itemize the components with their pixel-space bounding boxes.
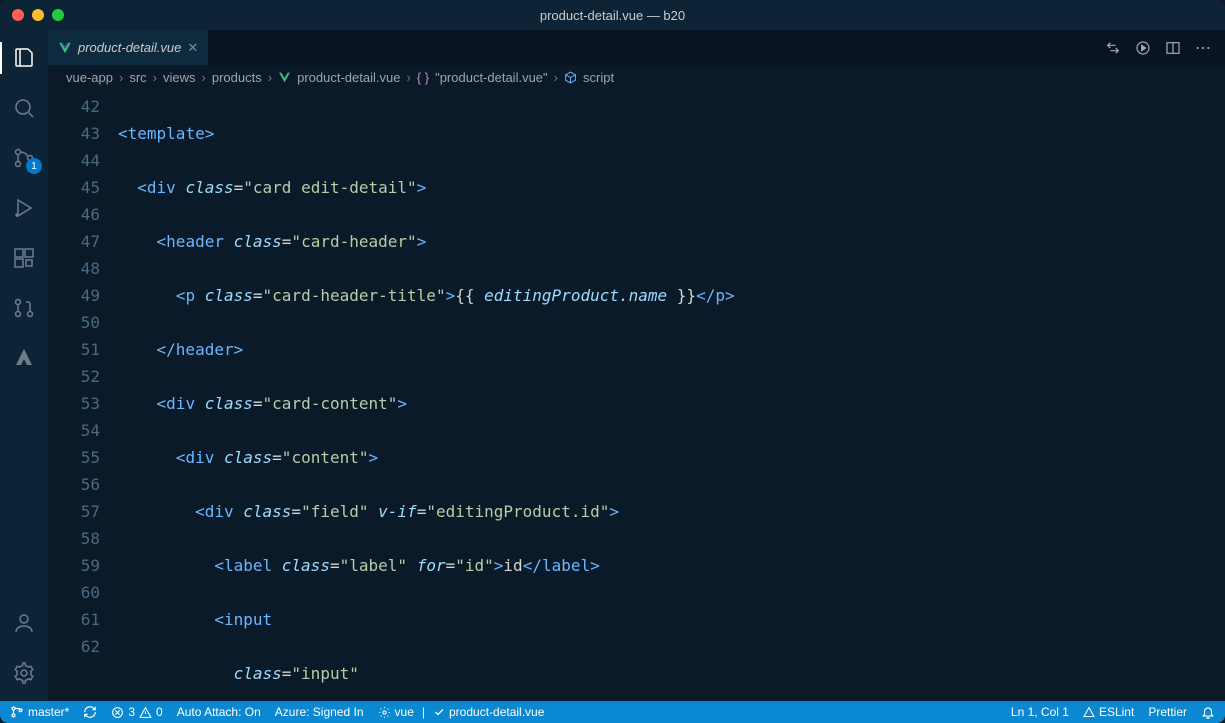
compare-changes-icon[interactable] bbox=[1105, 40, 1121, 56]
azure-icon[interactable] bbox=[0, 338, 48, 378]
search-icon[interactable] bbox=[0, 88, 48, 128]
breadcrumb-item[interactable]: script bbox=[583, 70, 614, 85]
language-mode-status[interactable]: vue | product-detail.vue bbox=[378, 705, 545, 719]
tab-product-detail[interactable]: product-detail.vue ✕ bbox=[48, 30, 209, 65]
status-bar: master* 3 0 Auto Attach: On Azure: Signe… bbox=[0, 701, 1225, 723]
problems-status[interactable]: 3 0 bbox=[111, 705, 162, 719]
cursor-position-status[interactable]: Ln 1, Col 1 bbox=[1011, 705, 1069, 719]
window-close-button[interactable] bbox=[12, 9, 24, 21]
cube-icon bbox=[564, 71, 577, 84]
account-icon[interactable] bbox=[0, 603, 48, 643]
extensions-icon[interactable] bbox=[0, 238, 48, 278]
chevron-right-icon: › bbox=[119, 70, 123, 85]
notifications-bell-icon[interactable] bbox=[1201, 705, 1215, 719]
tabs-row: product-detail.vue ✕ ⋯ bbox=[48, 30, 1225, 65]
tab-close-icon[interactable]: ✕ bbox=[187, 40, 198, 56]
more-actions-icon[interactable]: ⋯ bbox=[1195, 38, 1211, 58]
window-title: product-detail.vue — b20 bbox=[540, 8, 685, 23]
azure-status[interactable]: Azure: Signed In bbox=[275, 705, 364, 719]
code-editor[interactable]: 4243444546474849505152535455565758596061… bbox=[48, 89, 1225, 701]
breadcrumb-item[interactable]: vue-app bbox=[66, 70, 113, 85]
prettier-status[interactable]: Prettier bbox=[1148, 705, 1187, 719]
chevron-right-icon: › bbox=[153, 70, 157, 85]
run-debug-icon[interactable] bbox=[0, 188, 48, 228]
breadcrumb-item[interactable]: views bbox=[163, 70, 196, 85]
eslint-status[interactable]: ESLint bbox=[1083, 705, 1134, 719]
activity-bar: 1 bbox=[0, 30, 48, 701]
window-minimize-button[interactable] bbox=[32, 9, 44, 21]
sync-icon[interactable] bbox=[83, 705, 97, 719]
chevron-right-icon: › bbox=[268, 70, 272, 85]
vue-file-icon bbox=[58, 41, 72, 55]
split-editor-icon[interactable] bbox=[1165, 40, 1181, 56]
chevron-right-icon: › bbox=[554, 70, 558, 85]
code-content[interactable]: <template> <div class="card edit-detail"… bbox=[118, 93, 1225, 701]
window-titlebar: product-detail.vue — b20 bbox=[0, 0, 1225, 30]
explorer-icon[interactable] bbox=[0, 38, 48, 78]
line-number-gutter: 4243444546474849505152535455565758596061… bbox=[48, 93, 118, 701]
breadcrumb[interactable]: vue-app › src › views › products › produ… bbox=[48, 65, 1225, 89]
breadcrumb-item[interactable]: product-detail.vue bbox=[297, 70, 400, 85]
breadcrumb-item[interactable]: src bbox=[129, 70, 146, 85]
source-control-icon[interactable]: 1 bbox=[0, 138, 48, 178]
window-zoom-button[interactable] bbox=[52, 9, 64, 21]
pull-request-icon[interactable] bbox=[0, 288, 48, 328]
vue-file-icon bbox=[278, 71, 291, 84]
source-control-badge: 1 bbox=[26, 158, 42, 174]
chevron-right-icon: › bbox=[406, 70, 410, 85]
breadcrumb-item[interactable]: "product-detail.vue" bbox=[435, 70, 548, 85]
chevron-right-icon: › bbox=[202, 70, 206, 85]
autoattach-status[interactable]: Auto Attach: On bbox=[177, 705, 261, 719]
tab-label: product-detail.vue bbox=[78, 40, 181, 55]
settings-gear-icon[interactable] bbox=[0, 653, 48, 693]
run-file-icon[interactable] bbox=[1135, 40, 1151, 56]
git-branch-status[interactable]: master* bbox=[10, 705, 69, 719]
json-braces-icon: { } bbox=[417, 70, 429, 85]
breadcrumb-item[interactable]: products bbox=[212, 70, 262, 85]
